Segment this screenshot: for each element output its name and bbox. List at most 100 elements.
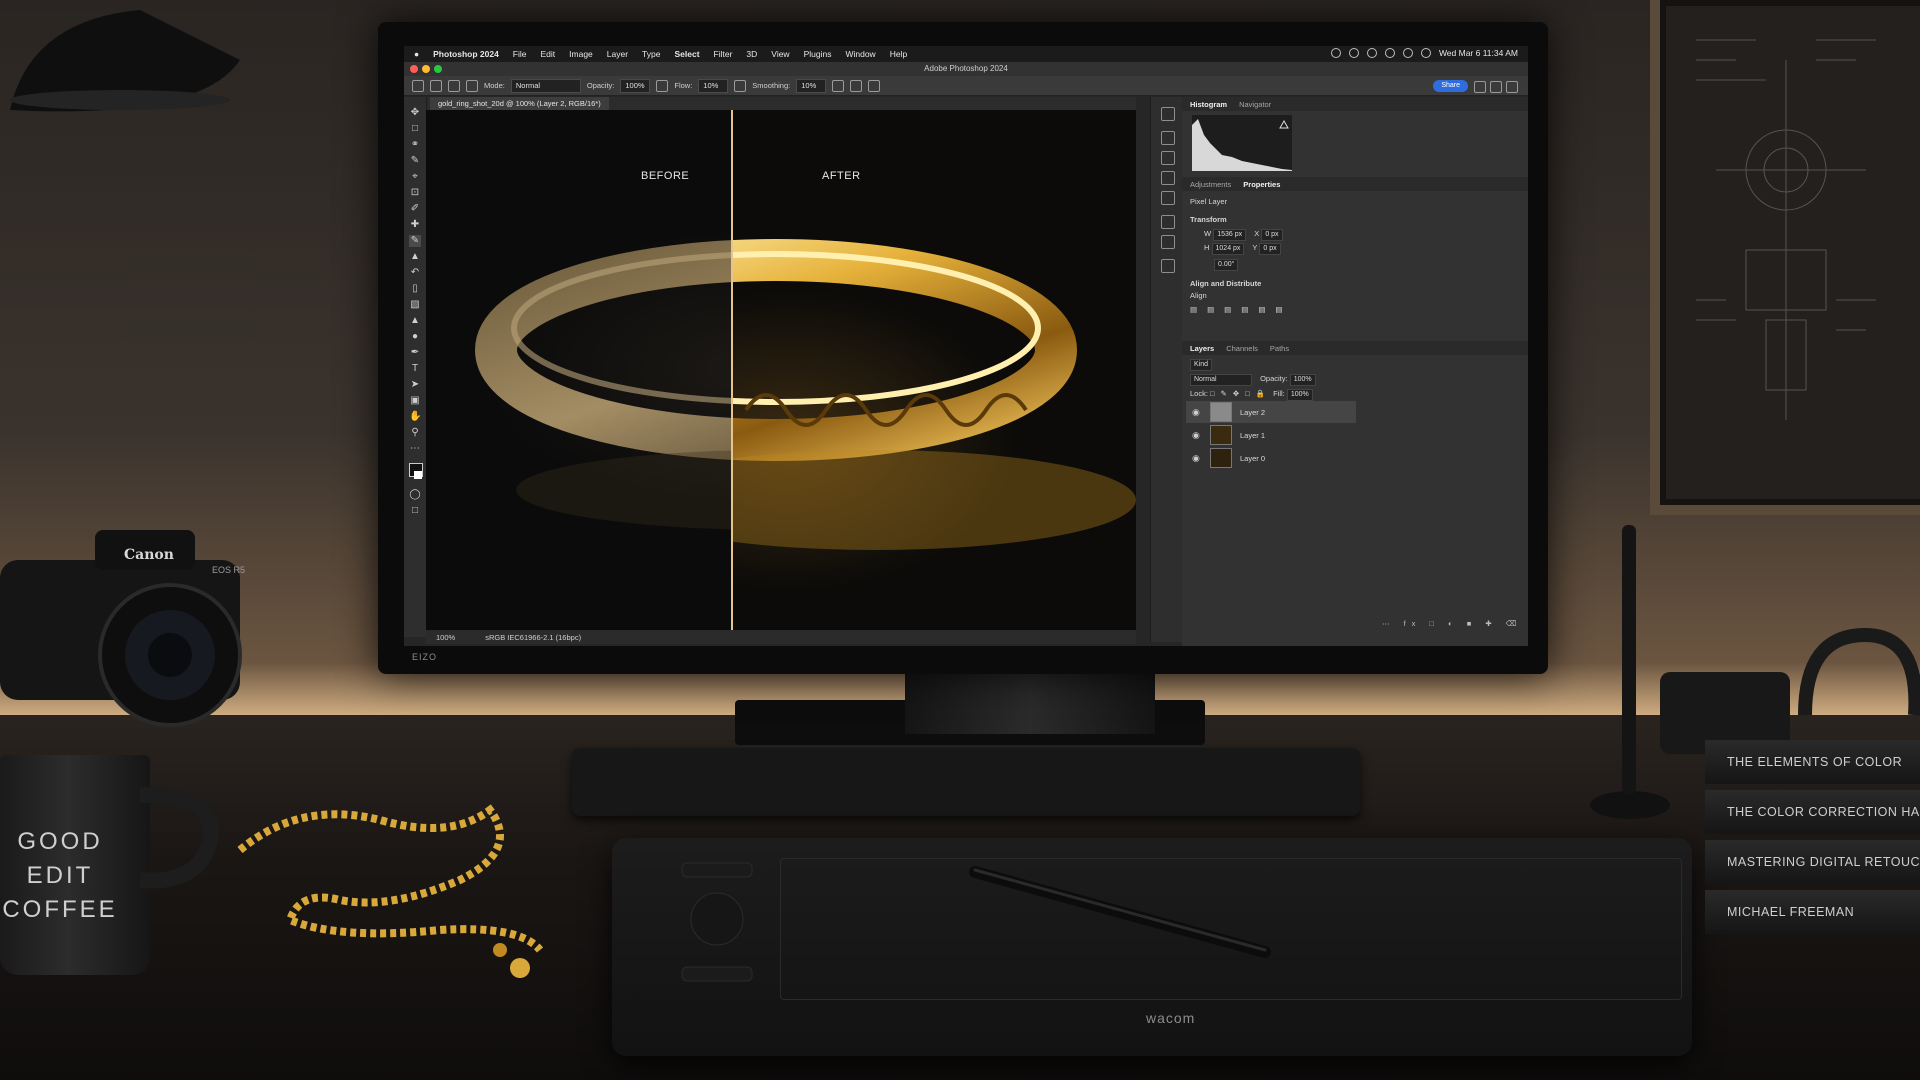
clone-stamp-tool-icon[interactable]: ▲ bbox=[409, 251, 421, 263]
minimize-window-button[interactable] bbox=[422, 65, 430, 73]
eyedropper-tool-icon[interactable]: ✐ bbox=[409, 203, 421, 215]
quick-mask-icon[interactable]: ◯ bbox=[409, 489, 421, 501]
angle-input[interactable]: 0.00° bbox=[1214, 259, 1239, 271]
menu-3d[interactable]: 3D bbox=[746, 49, 757, 59]
document-canvas[interactable]: BEFORE AFTER bbox=[426, 110, 1136, 630]
kind-filter-select[interactable]: Kind bbox=[1190, 359, 1213, 371]
blend-mode-select[interactable]: Normal bbox=[1190, 374, 1252, 386]
symmetry-icon[interactable] bbox=[868, 79, 881, 92]
marquee-tool-icon[interactable]: □ bbox=[409, 123, 421, 135]
x-input[interactable]: 0 px bbox=[1261, 229, 1283, 241]
actions-icon[interactable] bbox=[1161, 131, 1175, 145]
y-input[interactable]: 0 px bbox=[1259, 243, 1281, 255]
layer-actions-bar[interactable]: ⋯ fx □ ◐ ■ ✚ ⌫ bbox=[1382, 619, 1522, 628]
tab-properties[interactable]: Properties bbox=[1243, 180, 1280, 189]
tab-histogram[interactable]: Histogram bbox=[1190, 100, 1227, 109]
color-icon[interactable] bbox=[1161, 191, 1175, 205]
layer-row[interactable]: ◉ Layer 1 bbox=[1186, 424, 1356, 446]
tab-channels[interactable]: Channels bbox=[1226, 344, 1258, 353]
brush-preset-icon[interactable] bbox=[448, 79, 460, 92]
layer-opacity-input[interactable]: 100% bbox=[1289, 374, 1316, 386]
styles-icon[interactable] bbox=[1161, 259, 1175, 273]
menu-app-name[interactable]: Photoshop 2024 bbox=[433, 49, 499, 59]
opacity-input[interactable]: 100% bbox=[620, 78, 651, 93]
adjustments-icon[interactable] bbox=[1161, 151, 1175, 165]
angle-icon[interactable] bbox=[850, 79, 863, 92]
lock-icons[interactable]: □✎✥□🔒 bbox=[1210, 389, 1271, 398]
menu-plugins[interactable]: Plugins bbox=[804, 49, 832, 59]
menubar-clock[interactable]: Wed Mar 6 11:34 AM bbox=[1439, 48, 1518, 58]
screen-mode-icon[interactable]: □ bbox=[409, 505, 421, 517]
height-input[interactable]: 1024 px bbox=[1211, 243, 1245, 255]
home-icon[interactable] bbox=[412, 79, 424, 92]
smoothing-settings-icon[interactable] bbox=[832, 79, 845, 92]
type-tool-icon[interactable]: T bbox=[409, 363, 421, 375]
screen-mode-icon[interactable] bbox=[1506, 81, 1518, 93]
brush-tool-icon[interactable]: ✎ bbox=[409, 235, 421, 247]
visibility-eye-icon[interactable]: ◉ bbox=[1192, 430, 1202, 441]
menu-help[interactable]: Help bbox=[890, 49, 907, 59]
smoothing-input[interactable]: 10% bbox=[796, 78, 827, 93]
color-profile[interactable]: sRGB IEC61966-2.1 (16bpc) bbox=[485, 633, 581, 642]
menu-edit[interactable]: Edit bbox=[541, 49, 556, 59]
eraser-tool-icon[interactable]: ▯ bbox=[409, 283, 421, 295]
apple-icon[interactable]: ● bbox=[414, 49, 419, 59]
layer-row[interactable]: ◉ Layer 0 bbox=[1186, 447, 1356, 469]
menu-layer[interactable]: Layer bbox=[607, 49, 628, 59]
libraries-icon[interactable] bbox=[1161, 171, 1175, 185]
status-icon[interactable] bbox=[1366, 48, 1377, 58]
swatches-icon[interactable] bbox=[1161, 215, 1175, 229]
transform-heading[interactable]: Transform bbox=[1190, 215, 1227, 224]
flow-input[interactable]: 10% bbox=[698, 78, 729, 93]
before-after-divider[interactable] bbox=[731, 110, 733, 630]
blur-tool-icon[interactable]: ▲ bbox=[409, 315, 421, 327]
layer-row[interactable]: ◉ Layer 2 bbox=[1186, 401, 1356, 423]
shape-tool-icon[interactable]: ▣ bbox=[409, 395, 421, 407]
close-window-button[interactable] bbox=[410, 65, 418, 73]
menu-file[interactable]: File bbox=[513, 49, 527, 59]
align-heading[interactable]: Align and Distribute bbox=[1190, 279, 1261, 288]
align-buttons[interactable]: ▤▤▤▤▤▤ bbox=[1190, 305, 1293, 314]
mode-select[interactable]: Normal bbox=[510, 78, 581, 93]
search-icon[interactable] bbox=[1402, 48, 1413, 58]
menu-window[interactable]: Window bbox=[845, 49, 875, 59]
control-center-icon[interactable] bbox=[1420, 48, 1431, 58]
hand-tool-icon[interactable]: ✋ bbox=[409, 411, 421, 423]
tab-adjustments[interactable]: Adjustments bbox=[1190, 180, 1231, 189]
background-color-swatch[interactable] bbox=[414, 471, 422, 479]
visibility-eye-icon[interactable]: ◉ bbox=[1192, 407, 1202, 418]
visibility-eye-icon[interactable]: ◉ bbox=[1192, 453, 1202, 464]
menu-filter[interactable]: Filter bbox=[714, 49, 733, 59]
search-icon[interactable] bbox=[1474, 81, 1486, 93]
share-button[interactable]: Share bbox=[1433, 80, 1468, 92]
more-tools-icon[interactable]: ⋯ bbox=[409, 443, 421, 455]
menu-select[interactable]: Select bbox=[674, 49, 699, 59]
object-select-tool-icon[interactable]: ✎ bbox=[409, 155, 421, 167]
pen-tool-icon[interactable]: ✒ bbox=[409, 347, 421, 359]
zoom-window-button[interactable] bbox=[434, 65, 442, 73]
brush-settings-icon[interactable] bbox=[466, 79, 478, 92]
history-icon[interactable] bbox=[1161, 107, 1175, 121]
healing-tool-icon[interactable]: ✚ bbox=[409, 219, 421, 231]
airbrush-icon[interactable] bbox=[734, 79, 747, 92]
document-tab[interactable]: gold_ring_shot_20d @ 100% (Layer 2, RGB/… bbox=[430, 97, 609, 110]
menu-image[interactable]: Image bbox=[569, 49, 593, 59]
status-icon[interactable] bbox=[1330, 48, 1341, 58]
move-tool-icon[interactable]: ✥ bbox=[409, 107, 421, 119]
frame-tool-icon[interactable]: ⊡ bbox=[409, 187, 421, 199]
lasso-tool-icon[interactable]: ⚭ bbox=[409, 139, 421, 151]
status-icon[interactable] bbox=[1348, 48, 1359, 58]
workspace-icon[interactable] bbox=[1490, 81, 1502, 93]
tab-paths[interactable]: Paths bbox=[1270, 344, 1289, 353]
width-input[interactable]: 1536 px bbox=[1213, 229, 1247, 241]
paths-icon[interactable] bbox=[1161, 235, 1175, 249]
menu-view[interactable]: View bbox=[771, 49, 789, 59]
zoom-level[interactable]: 100% bbox=[436, 633, 455, 642]
tab-navigator[interactable]: Navigator bbox=[1239, 100, 1271, 109]
fill-input[interactable]: 100% bbox=[1286, 389, 1313, 401]
zoom-tool-icon[interactable]: ⚲ bbox=[409, 427, 421, 439]
pressure-opacity-icon[interactable] bbox=[656, 79, 669, 92]
tab-layers[interactable]: Layers bbox=[1190, 344, 1214, 353]
gradient-tool-icon[interactable]: ▧ bbox=[409, 299, 421, 311]
brush-tool-icon[interactable] bbox=[430, 79, 442, 92]
